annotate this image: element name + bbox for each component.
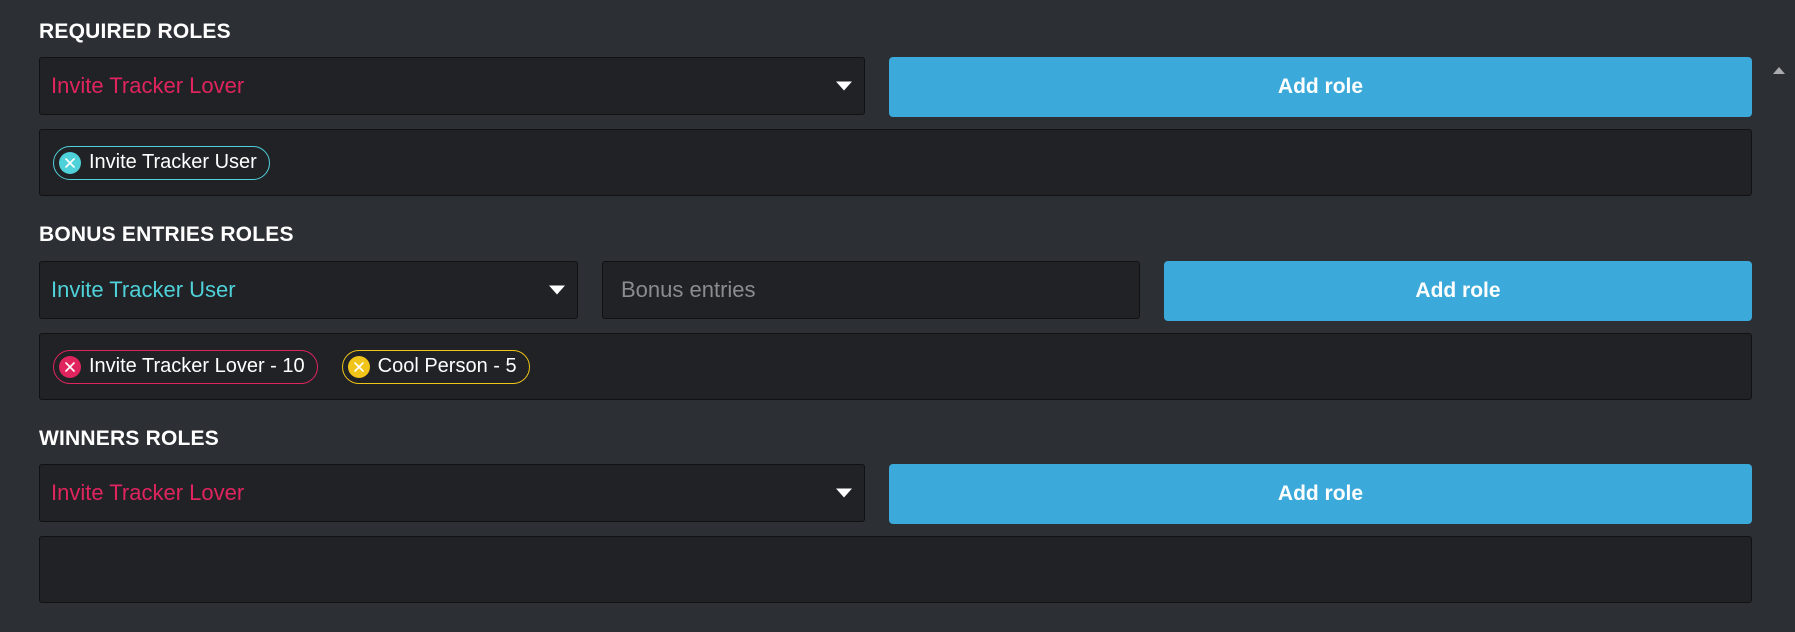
close-circle-icon[interactable] [59, 151, 81, 174]
scroll-up-arrow-icon[interactable] [1773, 67, 1785, 74]
required-roles-select[interactable]: Invite Tracker Lover [39, 57, 865, 115]
winners-roles-title: WINNERS ROLES [39, 427, 219, 450]
winners-roles-select[interactable]: Invite Tracker Lover [39, 464, 865, 522]
required-add-role-button[interactable]: Add role [889, 57, 1752, 117]
required-roles-title: REQUIRED ROLES [39, 20, 231, 43]
role-chip: Invite Tracker Lover - 10 [53, 349, 318, 384]
winners-add-role-button[interactable]: Add role [889, 464, 1752, 524]
role-chip-label: Cool Person - 5 [377, 355, 517, 377]
close-circle-icon[interactable] [59, 355, 81, 378]
role-chip-label: Invite Tracker Lover - 10 [89, 355, 305, 377]
caret-down-icon [836, 81, 852, 91]
role-chip-label: Invite Tracker User [89, 151, 257, 173]
winners-roles-chip-list [39, 536, 1752, 603]
required-roles-chip-list: Invite Tracker User [39, 129, 1752, 196]
close-circle-icon[interactable] [347, 355, 370, 378]
bonus-roles-chip-list: Invite Tracker Lover - 10 Cool Person - 5 [39, 333, 1752, 400]
role-chip: Cool Person - 5 [341, 349, 530, 384]
bonus-entries-input[interactable] [602, 261, 1140, 319]
bonus-roles-select[interactable]: Invite Tracker User [39, 261, 578, 319]
bonus-roles-select-value: Invite Tracker User [51, 277, 236, 302]
winners-roles-select-value: Invite Tracker Lover [51, 480, 245, 505]
bonus-entries-roles-title: BONUS ENTRIES ROLES [39, 223, 294, 246]
scrollbar[interactable] [1761, 0, 1795, 632]
caret-down-icon [549, 285, 565, 295]
role-settings-panel: REQUIRED ROLES Invite Tracker Lover Add … [0, 0, 1795, 632]
required-roles-select-value: Invite Tracker Lover [51, 73, 245, 98]
caret-down-icon [836, 488, 852, 498]
role-chip: Invite Tracker User [53, 145, 270, 180]
bonus-add-role-button[interactable]: Add role [1164, 261, 1752, 321]
